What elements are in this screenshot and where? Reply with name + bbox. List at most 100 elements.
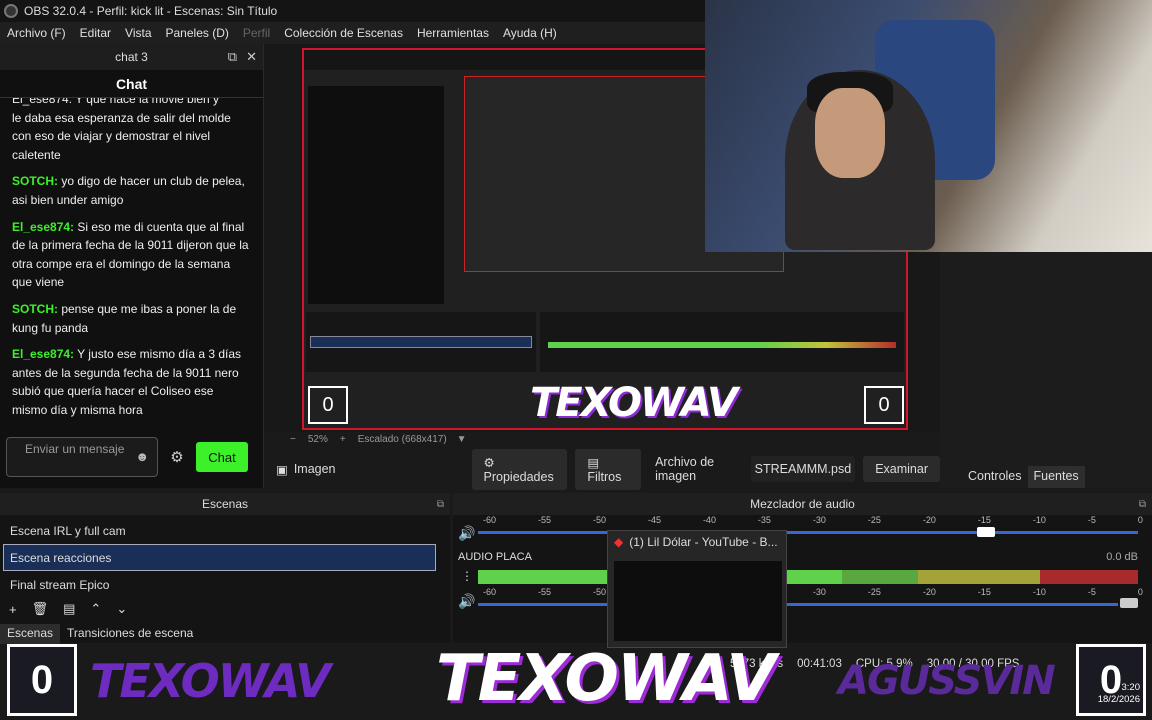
source-name: Imagen xyxy=(293,462,336,476)
chat-dock: chat 3 ⧉ ✕ Chat El_ese874: Y que hace la… xyxy=(0,44,264,488)
menu-editar[interactable]: Editar xyxy=(73,26,118,40)
image-file-field[interactable]: STREAMMM.psd xyxy=(750,456,856,482)
chat-message: El_ese874: Si eso me di cuenta que al fi… xyxy=(12,218,251,292)
speaker-icon[interactable]: 🔊 xyxy=(458,593,475,610)
gear-icon[interactable]: ⚙ xyxy=(158,448,196,466)
scale-tick: -5 xyxy=(1087,587,1096,597)
scale-tick: -10 xyxy=(1032,515,1046,525)
image-file-label: Archivo de imagen xyxy=(655,455,715,483)
float-dock-icon[interactable]: ⧉ xyxy=(228,49,237,65)
chat-input[interactable]: Enviar un mensaje ☻ xyxy=(6,437,158,477)
add-icon[interactable]: + xyxy=(9,602,17,617)
scale-tick: -5 xyxy=(1087,515,1096,525)
chevron-up-icon[interactable]: ⌃ xyxy=(90,601,101,617)
scale-tick: -15 xyxy=(977,587,991,597)
volume-slider[interactable] xyxy=(478,531,1138,534)
menu-ayuda[interactable]: Ayuda (H) xyxy=(496,26,564,40)
menu-perfil[interactable]: Perfil xyxy=(236,26,277,40)
menu-vista[interactable]: Vista xyxy=(118,26,158,40)
menu-paneles[interactable]: Paneles (D) xyxy=(159,26,236,40)
close-dock-icon[interactable]: ✕ xyxy=(246,49,257,65)
chat-header: Chat xyxy=(0,70,263,98)
scene-item-selected[interactable]: Escena reacciones xyxy=(3,544,436,571)
menu-herramientas[interactable]: Herramientas xyxy=(410,26,496,40)
mixer-header: Mezclador de audio ⧉ xyxy=(453,493,1152,515)
speaker-icon[interactable]: 🔊 xyxy=(458,525,475,542)
scale-tick: -25 xyxy=(867,587,881,597)
window-title: OBS 32.0.4 - Perfil: kick lit - Escenas:… xyxy=(24,4,278,18)
right-panel xyxy=(940,252,1152,488)
menu-coleccion-escenas[interactable]: Colección de Escenas xyxy=(277,26,410,40)
browse-button[interactable]: Examinar xyxy=(863,456,940,482)
float-dock-icon[interactable]: ⧉ xyxy=(437,499,444,510)
brand-logo-center: TEXOWAV xyxy=(436,642,776,716)
scenes-dock-header: Escenas ⧉ xyxy=(0,493,450,515)
properties-label: Propiedades xyxy=(483,469,554,484)
webcam-feed xyxy=(705,0,1152,252)
chat-username[interactable]: SOTCH: xyxy=(12,174,58,188)
menu-archivo[interactable]: Archivo (F) xyxy=(0,26,73,40)
float-dock-icon[interactable]: ⧉ xyxy=(1139,499,1146,510)
title-bar: OBS 32.0.4 - Perfil: kick lit - Escenas:… xyxy=(0,0,705,22)
filter-icon: ▤ xyxy=(587,455,600,470)
scale-tick: -15 xyxy=(977,515,991,525)
scene-item[interactable]: Final stream Epico xyxy=(0,571,450,598)
chat-username[interactable]: El_ese874: xyxy=(12,347,74,361)
scale-tick: -55 xyxy=(537,587,551,597)
scale-tick: -10 xyxy=(1032,587,1046,597)
chat-message: SOTCH: yo digo de hacer un club de pelea… xyxy=(12,172,251,209)
clock-time: 3:20 xyxy=(1121,682,1141,693)
popup-thumbnail xyxy=(614,561,782,641)
scene-toolbar: + 🗑 ▤ ⌃ ⌄ xyxy=(0,600,450,618)
scale-tick: 0 xyxy=(1137,515,1143,525)
scale-tick: -45 xyxy=(647,515,661,525)
brand-logo-right: AGUSSVIN xyxy=(838,658,1056,704)
tab-fuentes[interactable]: Fuentes xyxy=(1027,466,1085,488)
scale-tick: -40 xyxy=(702,515,716,525)
popup-title-text: (1) Lil Dólar - YouTube - B... xyxy=(629,535,778,549)
nested-brand-logo: TEXOWAV xyxy=(530,380,738,426)
menu-bar: Archivo (F) Editar Vista Paneles (D) Per… xyxy=(0,22,705,44)
nested-badge: 0 xyxy=(864,386,904,424)
tab-controles[interactable]: Controles xyxy=(962,466,1028,488)
browser-preview-popup[interactable]: ◆ (1) Lil Dólar - YouTube - B... xyxy=(607,530,787,648)
chat-text: le daba esa esperanza de salir del molde… xyxy=(12,110,231,162)
volume-slider-handle[interactable] xyxy=(977,527,996,537)
chat-message: SOTCH: pense que me ibas a poner la de k… xyxy=(12,300,251,337)
nested-mixer xyxy=(540,312,904,372)
meter-scale: -60-55-50-45-40-35-30-25-20-15-10-50 xyxy=(483,515,1143,525)
trash-icon[interactable]: 🗑 xyxy=(32,601,49,617)
obs-logo-icon xyxy=(4,4,18,18)
nested-chat xyxy=(308,86,444,304)
kebab-icon[interactable]: ⋮ xyxy=(461,569,473,583)
filter-icon[interactable]: ▤ xyxy=(63,601,75,617)
scale-tick: -50 xyxy=(592,587,606,597)
zoom-in-icon[interactable]: + xyxy=(340,434,346,445)
scenes-title: Escenas xyxy=(201,497,249,511)
scene-item[interactable]: Escena IRL y full cam xyxy=(0,517,450,544)
chat-username[interactable]: SOTCH: xyxy=(12,302,58,316)
chat-dock-header: chat 3 ⧉ ✕ xyxy=(0,44,263,70)
scale-tick: -30 xyxy=(812,515,826,525)
properties-button[interactable]: ⚙ Propiedades xyxy=(471,448,568,490)
volume-slider-handle[interactable] xyxy=(1120,598,1138,608)
stream-overlay: 0 TEXOWAV TEXOWAV AGUSSVIN 0 xyxy=(0,640,1152,720)
nested-badge: 0 xyxy=(308,386,348,424)
chat-send-button[interactable]: Chat xyxy=(196,442,248,472)
scale-label: Escalado (668x417) xyxy=(357,433,447,445)
track-db: 0.0 dB xyxy=(1106,551,1138,563)
chat-input-placeholder: Enviar un mensaje xyxy=(25,442,125,456)
track-name: AUDIO PLACA xyxy=(458,551,532,563)
filters-button[interactable]: ▤ Filtros xyxy=(575,448,642,490)
emoji-icon[interactable]: ☻ xyxy=(135,450,149,464)
chevron-down-icon[interactable]: ⌄ xyxy=(116,601,127,617)
scenes-dock: Escenas ⧉ Escena IRL y full cam Escena r… xyxy=(0,493,450,643)
scale-tick: 0 xyxy=(1137,587,1143,597)
chat-message: le daba esa esperanza de salir del molde… xyxy=(12,109,251,165)
volume-slider[interactable] xyxy=(478,603,1118,606)
zoom-out-icon[interactable]: − xyxy=(290,434,296,445)
chat-username[interactable]: El_ese874: xyxy=(12,220,74,234)
chevron-down-icon[interactable]: ▼ xyxy=(457,434,467,445)
scale-tick: -25 xyxy=(867,515,881,525)
zoom-level: 52% xyxy=(307,433,328,445)
